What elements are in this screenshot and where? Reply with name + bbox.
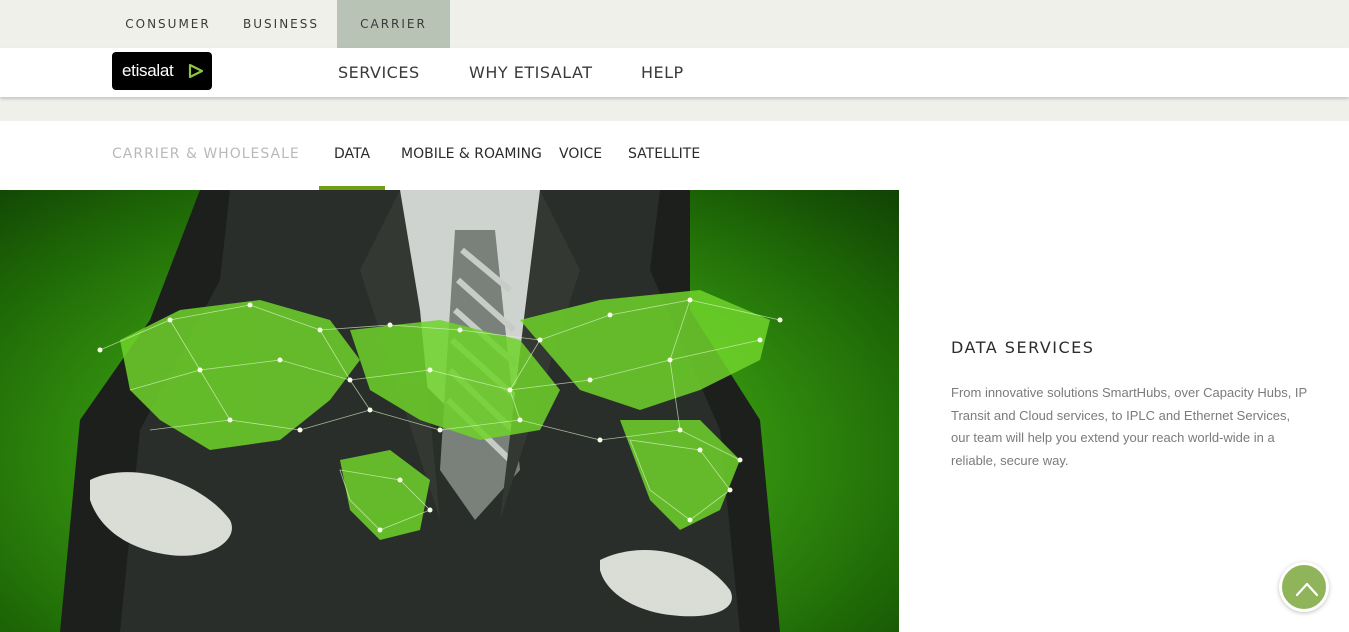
subnav-section-label[interactable]: CARRIER & WHOLESALE (112, 121, 300, 190)
scroll-to-top-button[interactable] (1279, 562, 1329, 612)
main-header: etisalat SERVICES WHY ETISALAT HELP (0, 48, 1349, 97)
chevron-up-icon (1295, 582, 1319, 597)
subnav-tab-data[interactable]: DATA (334, 121, 370, 190)
segment-carrier[interactable]: CARRIER (337, 0, 450, 48)
section-title: DATA SERVICES (951, 338, 1095, 357)
logo-wordmark: etisalat (122, 61, 174, 80)
subnav-tab-mobile-roaming[interactable]: MOBILE & ROAMING (401, 121, 542, 190)
header-divider (0, 97, 1349, 121)
segment-business[interactable]: BUSINESS (225, 0, 337, 48)
subnav-tab-voice[interactable]: VOICE (559, 121, 602, 190)
etisalat-logo[interactable]: etisalat (112, 52, 212, 90)
segment-consumer[interactable]: CONSUMER (112, 0, 224, 48)
segment-bar: CONSUMER BUSINESS CARRIER (0, 0, 1349, 48)
sub-nav: CARRIER & WHOLESALE DATA MOBILE & ROAMIN… (0, 121, 1349, 190)
logo-mark-icon (188, 63, 204, 79)
nav-why-etisalat[interactable]: WHY ETISALAT (469, 48, 592, 97)
subnav-tab-satellite[interactable]: SATELLITE (628, 121, 700, 190)
hero-illustration (60, 190, 783, 632)
nav-services[interactable]: SERVICES (338, 48, 420, 97)
hero-image (0, 190, 899, 632)
section-description: From innovative solutions SmartHubs, ove… (951, 385, 1307, 468)
nav-help[interactable]: HELP (641, 48, 684, 97)
